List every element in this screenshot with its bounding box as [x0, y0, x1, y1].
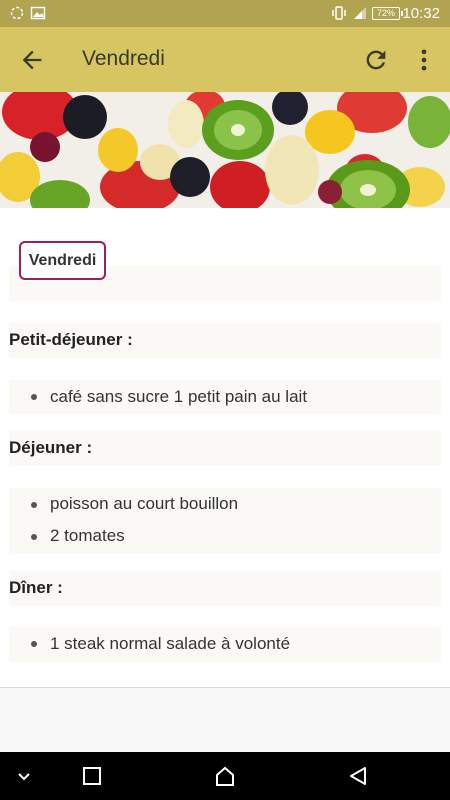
signal-icon	[354, 7, 366, 19]
section-heading-lunch: Déjeuner :	[9, 431, 441, 466]
list-item: café sans sucre 1 petit pain au lait	[9, 380, 441, 414]
sync-notification-icon	[10, 6, 24, 20]
bullet	[31, 641, 37, 647]
clock: 10:32	[402, 5, 440, 22]
vibrate-icon	[332, 6, 346, 20]
more-options-icon[interactable]	[410, 46, 438, 74]
list-item: poisson au court bouillon 2 tomates	[9, 488, 441, 554]
battery-indicator: 72%	[372, 7, 403, 20]
status-bar: 72% 10:32	[0, 0, 450, 27]
image-notification-icon	[30, 6, 46, 20]
recents-square-icon[interactable]	[82, 766, 102, 786]
list-item-text: poisson au court bouillon	[50, 494, 239, 513]
list-item: 1 steak normal salade à volonté	[9, 627, 441, 662]
section-heading-dinner: Dîner :	[9, 571, 441, 606]
section-heading-breakfast: Petit-déjeuner :	[9, 323, 441, 358]
day-menu-content: Vendredi Petit-déjeuner : café sans sucr…	[0, 208, 450, 688]
chevron-down-icon[interactable]	[15, 768, 33, 786]
bullet	[31, 534, 37, 540]
day-badge: Vendredi	[19, 241, 106, 280]
home-icon[interactable]	[214, 765, 236, 787]
list-item-text: 1 steak normal salade à volonté	[50, 634, 291, 653]
list-item-text: 2 tomates	[50, 526, 125, 545]
system-nav-bar	[0, 752, 450, 800]
list-item-text: café sans sucre 1 petit pain au lait	[50, 387, 308, 406]
bullet	[31, 394, 37, 400]
fruit-salad-image	[0, 92, 450, 208]
back-triangle-icon[interactable]	[347, 765, 369, 787]
bullet	[31, 502, 37, 508]
section-heading: Déjeuner :	[9, 438, 93, 457]
refresh-icon[interactable]	[362, 46, 390, 74]
section-heading: Petit-déjeuner :	[9, 330, 133, 349]
section-heading: Dîner :	[9, 578, 63, 597]
app-bar: Vendredi	[0, 27, 450, 92]
divider	[0, 687, 450, 688]
back-arrow-icon[interactable]	[18, 46, 46, 74]
page-title: Vendredi	[82, 47, 165, 70]
